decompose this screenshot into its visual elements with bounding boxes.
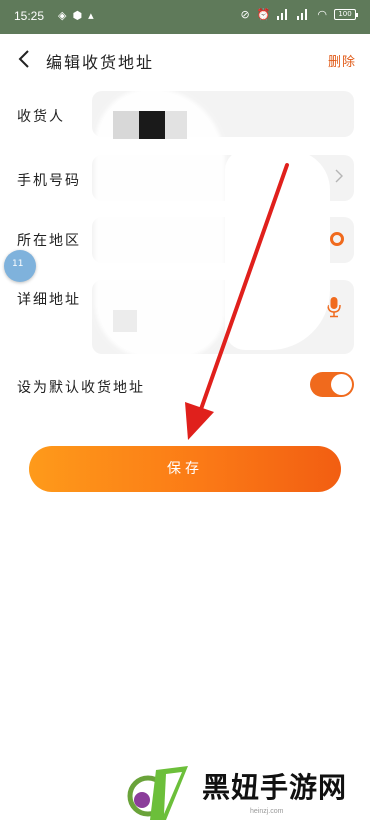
delete-button[interactable]: 删除: [328, 51, 356, 70]
app-notification-icon: ◈: [58, 9, 67, 22]
floating-badge-text: 11: [12, 259, 24, 269]
status-time: 15:25: [14, 9, 45, 23]
address-label: 详细地址: [17, 292, 81, 308]
chevron-right-icon: [335, 169, 343, 183]
save-button[interactable]: 保存: [29, 446, 341, 492]
page-header: 编辑收货地址 删除: [0, 34, 370, 86]
signal-2-icon: [297, 9, 310, 20]
privacy-blur-2: [225, 150, 330, 350]
watermark-brand: 黑妞手游网: [202, 771, 348, 804]
page-title: 编辑收货地址: [46, 53, 155, 72]
shield-notification-icon: ⬢: [72, 9, 83, 22]
floating-assistant-button[interactable]: 11: [4, 250, 36, 282]
region-label: 所在地区: [17, 233, 81, 249]
redaction-block-3: [113, 310, 137, 332]
default-address-label: 设为默认收货地址: [17, 380, 145, 396]
toggle-knob: [331, 374, 352, 395]
status-bar: 15:25 ◈ ⬢ ▴ ⊘ ⏰ ◠ 100: [0, 0, 370, 34]
back-arrow-icon[interactable]: [14, 48, 36, 70]
watermark-url: heinzj.com: [250, 808, 284, 815]
bag-notification-icon: ▴: [88, 9, 94, 22]
recipient-label: 收货人: [17, 109, 65, 125]
default-address-toggle[interactable]: [310, 372, 354, 397]
redaction-block-2: [165, 111, 187, 139]
location-icon[interactable]: [330, 232, 344, 246]
mute-icon: ⊘: [240, 8, 250, 21]
system-icons: ⊘ ⏰ ◠ 100: [240, 8, 358, 21]
site-watermark: 黑妞手游网 heinzj.com: [118, 760, 370, 822]
watermark-logo-icon: [127, 766, 188, 820]
wifi-icon: ◠: [317, 8, 327, 21]
redaction-block: [113, 111, 139, 139]
battery-icon: 100: [334, 9, 358, 20]
phone-label: 手机号码: [17, 173, 81, 189]
redaction-block-dark: [139, 111, 165, 139]
notification-icons: ◈ ⬢ ▴: [58, 9, 94, 22]
alarm-icon: ⏰: [256, 8, 271, 21]
signal-icon: [277, 9, 290, 20]
